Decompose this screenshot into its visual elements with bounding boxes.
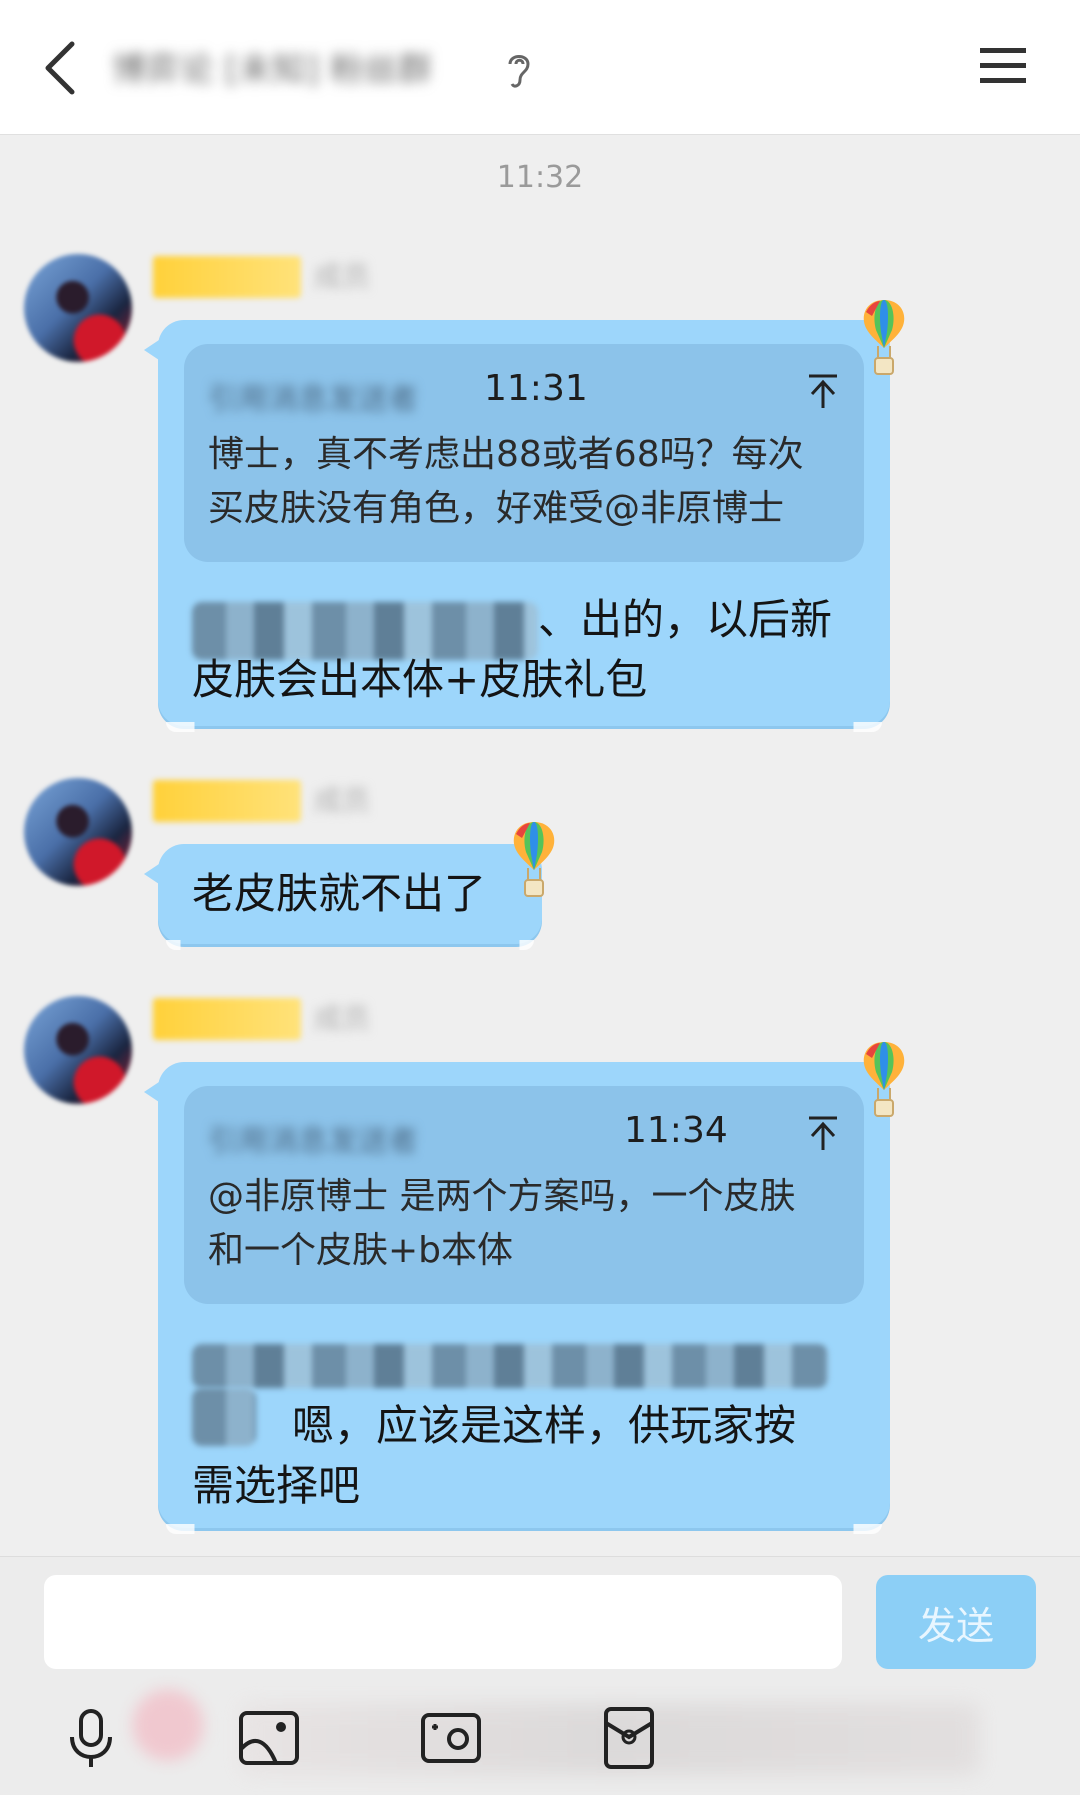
sender-name[interactable]: 成员 [314, 998, 370, 1040]
message-text-line-1: 嗯，应该是这样，供玩家按 [292, 1401, 797, 1450]
quote-sender: 引用消息发送者 [208, 1124, 418, 1159]
sender-name[interactable]: 成员 [314, 256, 370, 298]
message-text: 嗯，应该是这样，供玩家按 需选择吧 [192, 1396, 872, 1516]
message-bubble[interactable]: 引用消息发送者 11:31 博士，真不考虑出88或者68吗？每次买皮肤没有角色，… [144, 320, 890, 732]
message-timestamp: 11:32 [496, 160, 584, 195]
message-bubble[interactable]: 引用消息发送者 11:34 @非原博士 是两个方案吗，一个皮肤和一个皮肤+b本体… [144, 1062, 890, 1534]
message-text-line-1: 、出的，以后新 [538, 595, 833, 644]
send-button[interactable]: 发送 [876, 1575, 1036, 1669]
jump-to-quote-icon[interactable] [806, 372, 840, 410]
input-bar: 发送 [0, 1556, 1080, 1795]
microphone-icon[interactable] [58, 1705, 124, 1771]
sender-title-badge [153, 780, 301, 822]
balloon-decoration-icon [863, 1042, 905, 1117]
quote-text: @非原博士 是两个方案吗，一个皮肤和一个皮肤+b本体 [208, 1176, 796, 1271]
quote-time: 11:34 [624, 1110, 728, 1151]
quoted-message[interactable]: 引用消息发送者 11:31 博士，真不考虑出88或者68吗？每次买皮肤没有角色，… [184, 344, 864, 562]
quote-time: 11:31 [484, 368, 588, 409]
message-text-line-2: 需选择吧 [192, 1461, 361, 1510]
red-packet-icon[interactable] [596, 1705, 662, 1771]
image-icon[interactable] [236, 1705, 302, 1771]
back-icon[interactable] [38, 38, 82, 98]
bubble-tail [144, 1080, 162, 1104]
sender-title-badge [153, 998, 301, 1040]
camera-icon[interactable] [418, 1705, 484, 1771]
message-input[interactable] [44, 1575, 842, 1669]
menu-icon[interactable] [978, 44, 1028, 88]
chat-header: 博弈论 [未知] 粉丝群 [0, 0, 1080, 135]
avatar[interactable] [24, 996, 132, 1104]
quote-sender: 引用消息发送者 [208, 382, 418, 417]
sender-name[interactable]: 成员 [314, 780, 370, 822]
quote-text: 博士，真不考虑出88或者68吗？每次买皮肤没有角色，好难受@非原博士 [208, 434, 804, 529]
message-text: 老皮肤就不出了 [192, 869, 487, 918]
sender-title-badge [153, 256, 301, 298]
blurred-sticker [118, 1675, 218, 1775]
jump-to-quote-icon[interactable] [806, 1114, 840, 1152]
bubble-tail [144, 862, 162, 886]
blurred-mention [192, 1344, 828, 1388]
message-text-line-2: 皮肤会出本体+皮肤礼包 [192, 655, 648, 704]
message-bubble[interactable]: 老皮肤就不出了 [144, 844, 542, 950]
quoted-message[interactable]: 引用消息发送者 11:34 @非原博士 是两个方案吗，一个皮肤和一个皮肤+b本体 [184, 1086, 864, 1304]
group-title[interactable]: 博弈论 [未知] 粉丝群 [112, 44, 432, 96]
ear-icon[interactable] [502, 48, 536, 90]
message-text: 、出的，以后新 皮肤会出本体+皮肤礼包 [192, 590, 872, 710]
balloon-decoration-icon [513, 822, 555, 897]
avatar[interactable] [24, 778, 132, 886]
balloon-decoration-icon [863, 300, 905, 375]
avatar[interactable] [24, 254, 132, 362]
bubble-tail [144, 338, 162, 362]
